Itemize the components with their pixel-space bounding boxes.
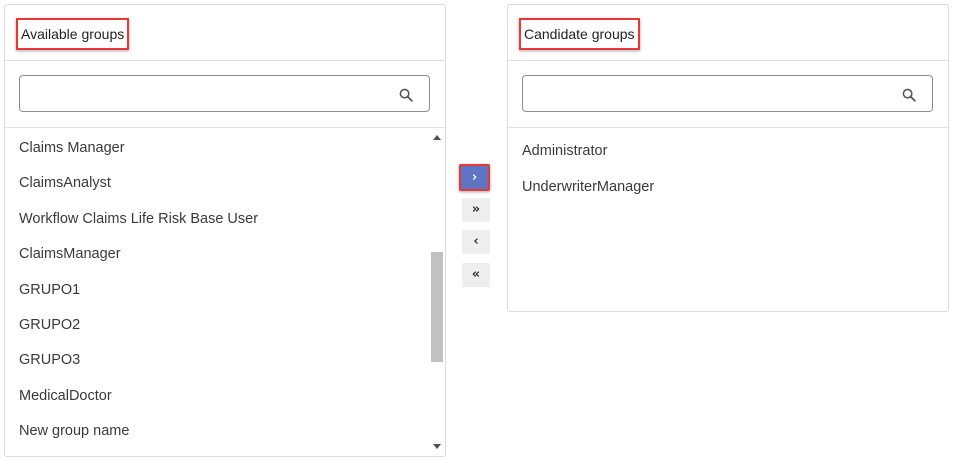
scroll-down-arrow-icon[interactable]: [433, 444, 441, 449]
available-search-input[interactable]: [28, 82, 388, 106]
list-item[interactable]: ClaimsManager: [19, 245, 121, 263]
scroll-up-arrow-icon[interactable]: [433, 135, 441, 140]
candidate-groups-header: Candidate groups: [508, 5, 948, 61]
list-item[interactable]: ClaimsAnalyst: [19, 174, 111, 192]
list-item[interactable]: GRUPO1: [19, 281, 80, 299]
list-item[interactable]: MedicalDoctor: [19, 387, 112, 405]
move-selected-right-button[interactable]: ›: [459, 164, 490, 191]
candidate-search-area: [508, 61, 948, 128]
available-groups-panel: Available groups Claims Manager ClaimsAn…: [4, 4, 446, 457]
candidate-groups-list[interactable]: Administrator UnderwriterManager: [508, 129, 948, 311]
available-groups-header: Available groups: [5, 5, 445, 61]
list-item[interactable]: Claims Manager: [19, 139, 125, 157]
search-icon[interactable]: [399, 88, 413, 102]
list-item[interactable]: Workflow Claims Life Risk Base User: [19, 210, 258, 228]
list-item[interactable]: GRUPO2: [19, 316, 80, 334]
candidate-groups-panel: Candidate groups Administrator Underwrit…: [507, 4, 949, 312]
available-groups-title: Available groups: [16, 18, 130, 50]
list-item[interactable]: Administrator: [522, 142, 607, 160]
available-groups-list[interactable]: Claims Manager ClaimsAnalyst Workflow Cl…: [5, 129, 445, 456]
move-all-right-button[interactable]: »: [462, 198, 490, 222]
move-selected-left-button[interactable]: ‹: [462, 230, 490, 254]
list-item[interactable]: UnderwriterManager: [522, 178, 654, 196]
available-search-box[interactable]: [19, 75, 430, 112]
list-item[interactable]: New group name: [19, 422, 129, 440]
search-icon[interactable]: [902, 88, 916, 102]
candidate-groups-title: Candidate groups: [519, 18, 640, 50]
candidate-search-input[interactable]: [531, 82, 891, 106]
available-list-scrollbar[interactable]: [430, 129, 444, 455]
candidate-search-box[interactable]: [522, 75, 933, 112]
list-item[interactable]: GRUPO3: [19, 351, 80, 369]
available-search-area: [5, 61, 445, 128]
move-all-left-button[interactable]: «: [462, 263, 490, 287]
scroll-thumb[interactable]: [431, 252, 443, 362]
